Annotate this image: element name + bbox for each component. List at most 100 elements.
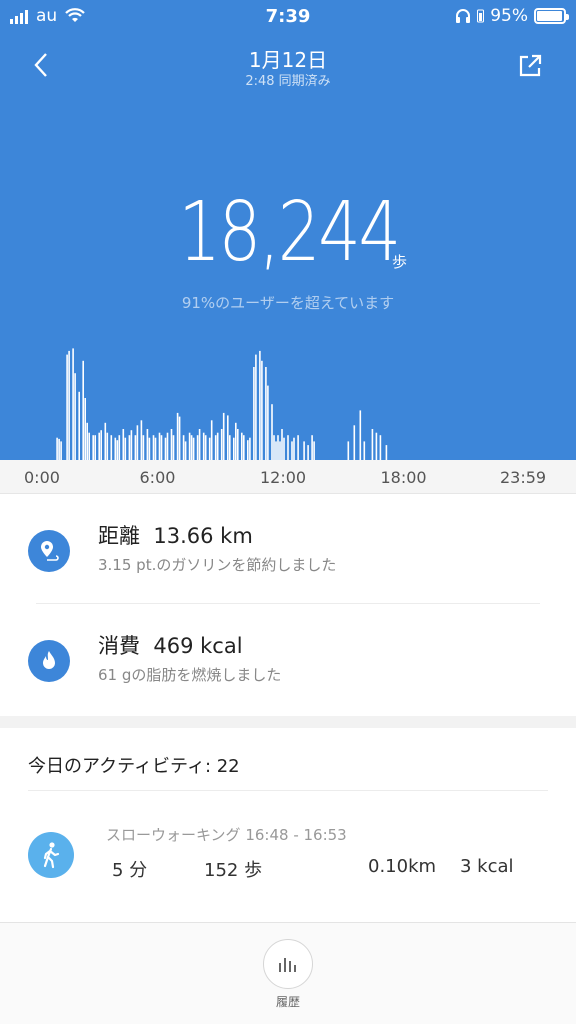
distance-title: 距離 13.66 km — [98, 524, 253, 548]
chart-bar — [140, 420, 143, 460]
distance-row[interactable]: 距離 13.66 km 3.15 pt.のガソリンを節約しました — [0, 494, 576, 604]
chart-bar — [379, 435, 382, 460]
chart-bar — [94, 435, 96, 460]
chart-bar — [363, 441, 366, 460]
time-tick-label: 12:00 — [260, 468, 307, 487]
chart-bar — [249, 437, 251, 460]
chart-bar — [353, 425, 356, 460]
activity-distance: 0.10km — [368, 856, 437, 877]
chart-bar — [86, 422, 88, 460]
chart-bar — [307, 445, 309, 460]
chart-bar — [279, 441, 281, 460]
share-icon[interactable] — [516, 52, 544, 80]
chart-bar — [184, 441, 187, 460]
chart-bar — [237, 429, 239, 460]
sync-status: 2:48 同期済み — [245, 74, 331, 89]
chart-bar — [152, 435, 155, 460]
chart-bar — [188, 432, 191, 460]
chart-bar — [371, 429, 374, 460]
chart-bar — [192, 437, 195, 460]
chart-bar — [92, 435, 94, 460]
chart-bar — [170, 429, 173, 460]
calories-row[interactable]: 消費 469 kcal 61 gの脂肪を燃焼しました — [0, 604, 576, 714]
chart-bar — [196, 435, 199, 460]
chart-bar — [293, 437, 295, 460]
chart-bar — [222, 412, 225, 460]
chart-bar — [146, 429, 149, 460]
chart-bar — [210, 420, 213, 460]
bar-chart-icon — [279, 958, 296, 972]
chart-bar — [261, 360, 263, 460]
chart-bar — [178, 416, 181, 460]
chart-bar — [271, 404, 273, 460]
chart-bar — [176, 412, 179, 460]
chart-bar — [385, 445, 388, 460]
step-unit: 歩 — [392, 253, 408, 271]
chart-bar — [259, 350, 261, 460]
chart-bar — [122, 429, 125, 460]
distance-description: 3.15 pt.のガソリンを節約しました — [98, 556, 337, 574]
chart-bar — [281, 429, 283, 460]
chart-bar — [114, 437, 117, 460]
chart-bar — [265, 367, 267, 460]
chart-bar — [375, 432, 378, 460]
history-button[interactable] — [263, 939, 313, 989]
chart-bar — [136, 425, 139, 460]
chart-bar — [134, 435, 137, 460]
chart-bar — [172, 435, 175, 460]
time-tick-label: 23:59 — [500, 468, 547, 487]
chart-bar — [60, 441, 62, 460]
chart-bar — [273, 435, 275, 460]
chart-bar — [106, 432, 109, 460]
activity-name: スローウォーキング 16:48 - 16:53 — [106, 826, 347, 844]
chart-bar — [66, 354, 68, 460]
chart-bar — [148, 437, 151, 460]
chart-bar — [247, 440, 249, 460]
chart-bar — [255, 354, 257, 460]
chart-bar — [166, 432, 169, 460]
chart-bar — [198, 429, 201, 460]
chart-bar — [190, 435, 193, 460]
chart-bar — [204, 435, 207, 460]
chart-bar — [164, 437, 167, 460]
chart-bar — [283, 437, 285, 460]
chart-bar — [58, 438, 60, 460]
chart-bar — [214, 435, 217, 460]
chart-bar — [56, 437, 58, 460]
time-tick-label: 0:00 — [24, 468, 60, 487]
chart-bar — [124, 437, 127, 460]
step-count: 18,244 歩 — [0, 185, 576, 280]
chart-bar — [98, 432, 100, 460]
activity-calories: 3 kcal — [460, 856, 514, 877]
metrics-card: 距離 13.66 km 3.15 pt.のガソリンを節約しました 消費 469 … — [0, 494, 576, 716]
chart-bar — [202, 432, 205, 460]
chart-bar — [74, 373, 76, 460]
chart-bar — [160, 435, 163, 460]
chart-bar — [142, 435, 145, 460]
percentile-text: 91%のユーザーを超えています — [181, 294, 395, 312]
activities-card: 今日のアクティビティ: 22 スローウォーキング 16:48 - 16:53 5… — [0, 728, 576, 922]
flame-icon — [28, 640, 70, 682]
time-tick-label: 6:00 — [139, 468, 176, 487]
chart-bar — [243, 435, 245, 460]
headphones-icon — [456, 9, 471, 23]
chart-bar — [82, 360, 84, 460]
chart-bar — [208, 437, 211, 460]
chart-bar — [78, 391, 80, 460]
battery-percent: 95% — [490, 6, 528, 26]
activity-steps: 152 歩 — [204, 860, 263, 881]
activity-duration: 5 分 — [112, 860, 148, 881]
location-pin-icon — [28, 530, 70, 572]
chart-bar — [275, 441, 277, 460]
time-tick-label: 18:00 — [380, 468, 427, 487]
chart-bar — [313, 441, 315, 460]
activities-header: 今日のアクティビティ: 22 — [28, 756, 240, 777]
chart-bar — [128, 435, 131, 460]
chart-bar — [88, 432, 90, 460]
chart-bar — [154, 437, 157, 460]
walking-person-icon — [28, 832, 74, 878]
divider — [28, 790, 548, 791]
chart-bar — [158, 432, 161, 460]
chart-bar — [227, 415, 229, 460]
chart-bar — [287, 435, 289, 460]
